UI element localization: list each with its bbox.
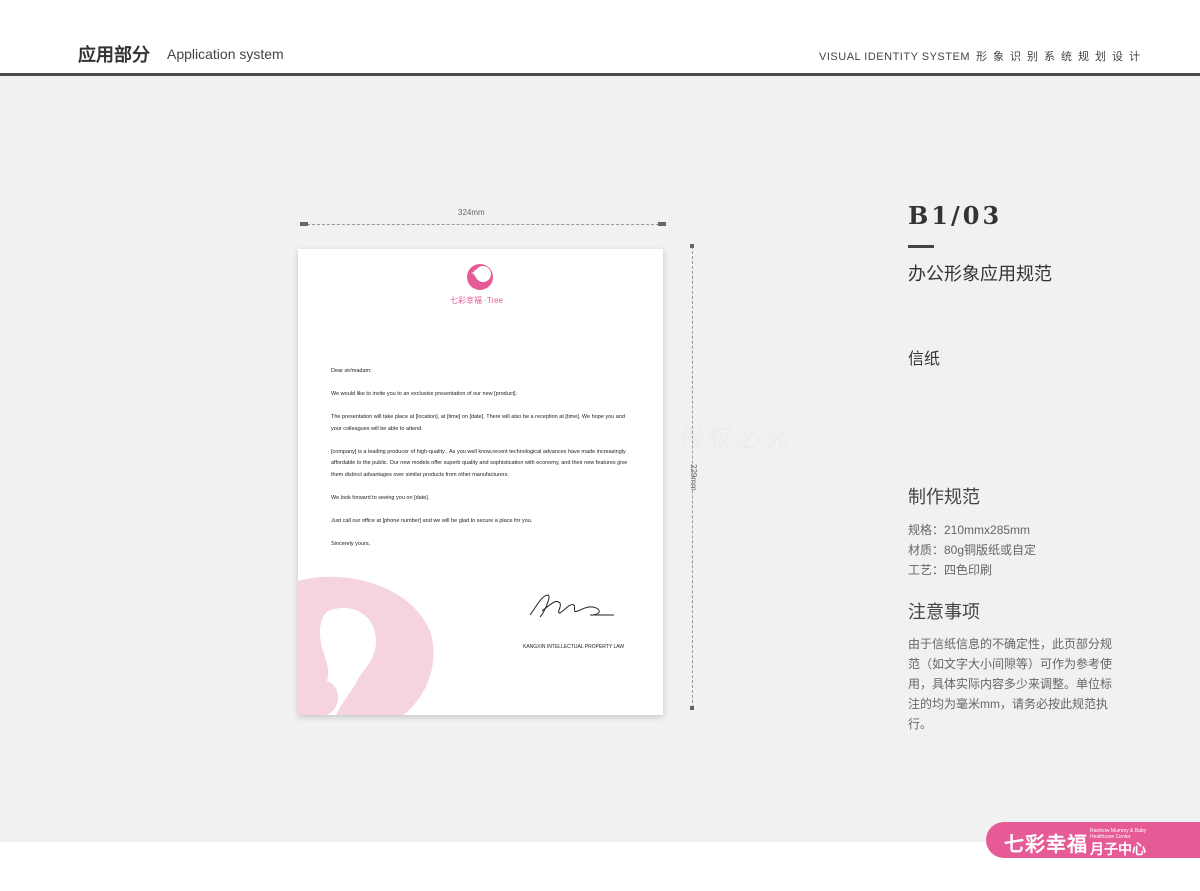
notes-heading: 注意事项 bbox=[908, 602, 980, 622]
item-name: 信纸 bbox=[908, 351, 941, 368]
brand-tail: 月子中心 bbox=[1090, 841, 1146, 857]
vis-system-en: VISUAL IDENTITY SYSTEM bbox=[819, 51, 970, 63]
width-dimension-line bbox=[300, 222, 666, 226]
brand-name: 七彩幸福 bbox=[1004, 834, 1088, 856]
spec-material: 材质：80g铜版纸或自定 bbox=[908, 543, 1037, 557]
watermark-face-icon bbox=[298, 576, 434, 715]
width-label: 324mm bbox=[458, 208, 485, 217]
letter-paragraph: [company] is a leading producer of high-… bbox=[331, 448, 628, 478]
dimension-cap bbox=[690, 706, 694, 710]
spec-process: 工艺：四色印刷 bbox=[908, 563, 993, 577]
page-code: B1/03 bbox=[908, 201, 1003, 230]
vis-system-cn: 形象识别系统规划设计 bbox=[976, 51, 1146, 63]
height-label: 229mm bbox=[689, 464, 698, 491]
watermark-text: 侵权必究 bbox=[680, 425, 792, 452]
spec-heading: 制作规范 bbox=[908, 487, 980, 507]
letter-body: Dear sir/madam: We would like to invite … bbox=[331, 366, 631, 562]
brand-logo-icon bbox=[467, 264, 493, 290]
notes-text: 由于信纸信息的不确定性，此页部分规范（如文字大小间隙等）可作为参考使用，具体实际… bbox=[908, 637, 1113, 731]
letter-paragraph: The presentation will take place at [loc… bbox=[331, 414, 625, 432]
signature-icon bbox=[529, 594, 614, 618]
signature-caption: KANGXIN INTELLECTUAL PROPERTY LAW bbox=[523, 644, 625, 650]
code-underline bbox=[908, 245, 934, 248]
section-title-en: Application system bbox=[167, 46, 284, 62]
spec-size: 规格：210mmx285mm bbox=[908, 523, 1031, 537]
letter-paragraph: Just call our office at [phone number] a… bbox=[331, 517, 533, 524]
letter-paragraph: Dear sir/madam: bbox=[331, 368, 372, 374]
letter-paragraph: We would like to invite you to an exclus… bbox=[331, 391, 518, 397]
dimension-cap bbox=[658, 222, 666, 226]
section-subtitle: 办公形象应用规范 bbox=[908, 264, 1052, 284]
dimension-cap bbox=[690, 244, 694, 248]
letterhead-paper: 七彩幸福 ·Tree Dear sir/madam: We would like… bbox=[298, 249, 663, 715]
section-title-cn: 应用部分 bbox=[78, 45, 150, 66]
dimension-cap bbox=[300, 222, 308, 226]
logo-text: 七彩幸福 ·Tree bbox=[450, 296, 504, 305]
letter-paragraph: Sincerely yours, bbox=[331, 540, 371, 547]
header-divider bbox=[0, 73, 1200, 76]
letter-paragraph: We look forward to seeing you on [date]. bbox=[331, 494, 430, 501]
vis-system-label: VISUAL IDENTITY SYSTEM 形象识别系统规划设计 bbox=[819, 48, 1146, 64]
brand-badge: 七彩幸福 Rainbow Mummy & Baby Healthcare Cen… bbox=[986, 822, 1200, 858]
